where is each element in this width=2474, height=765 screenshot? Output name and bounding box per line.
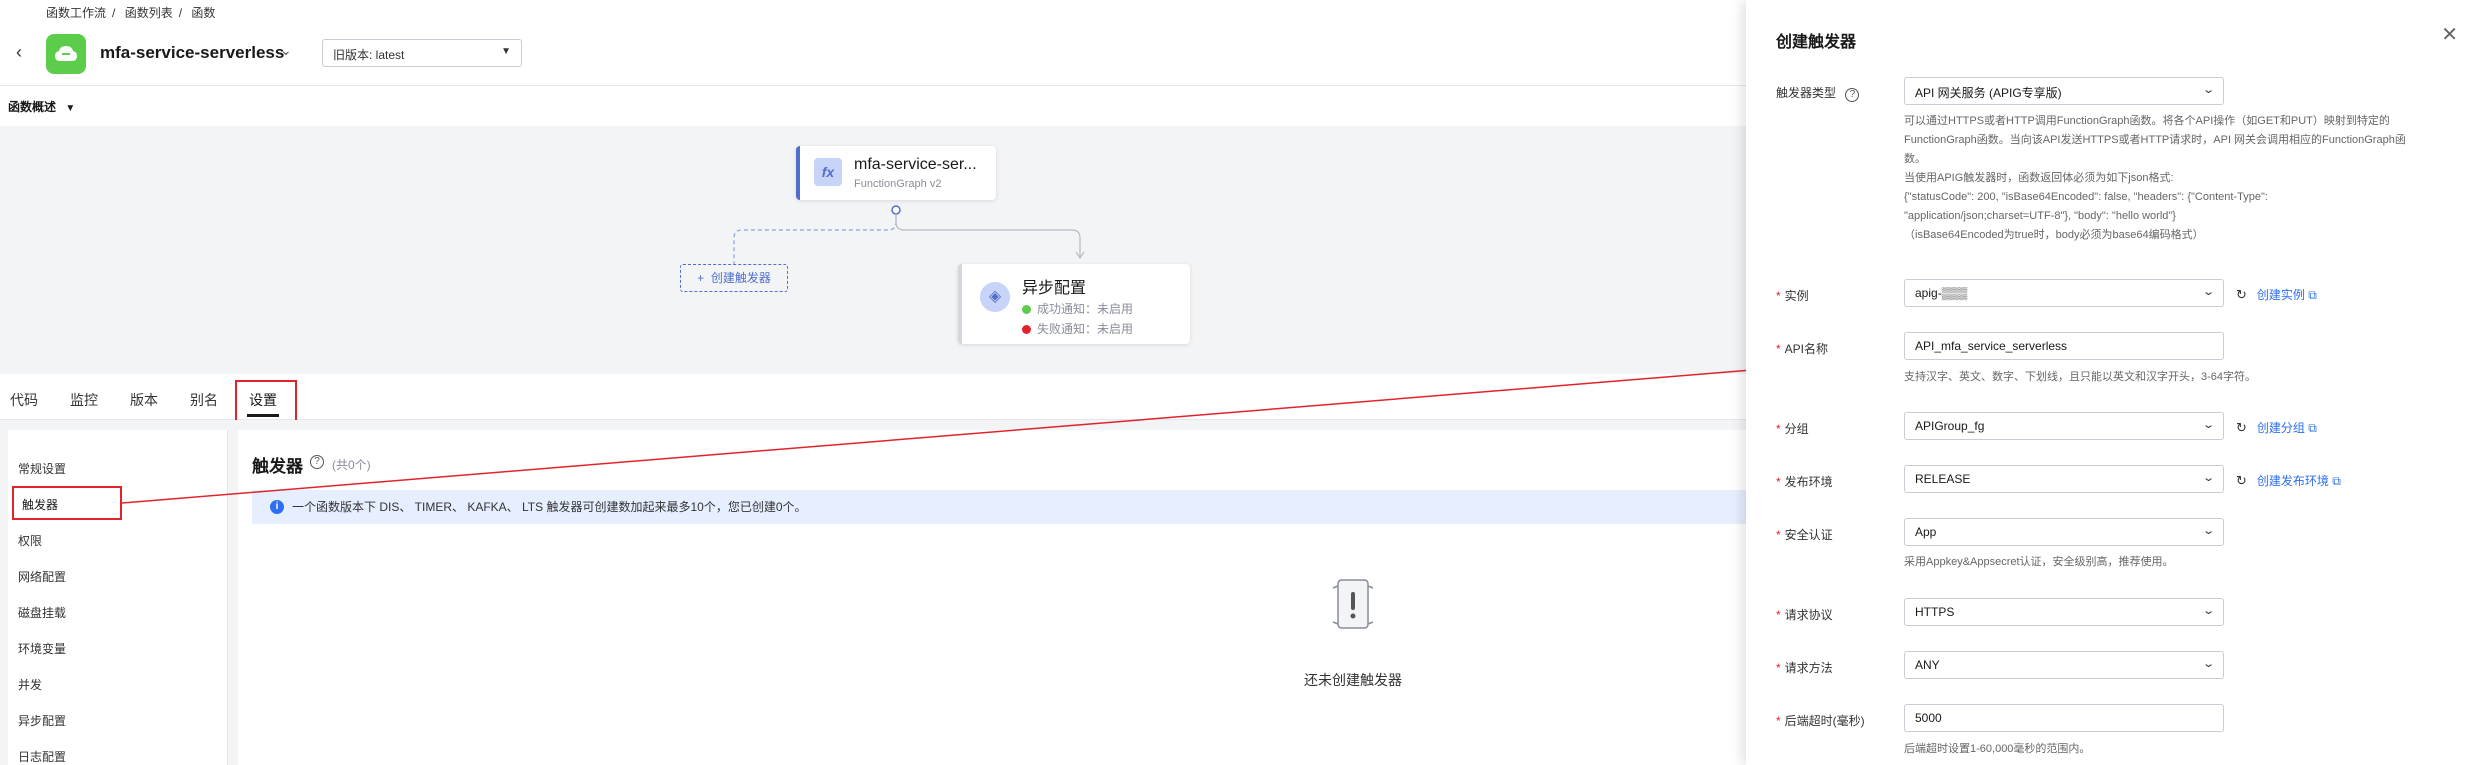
caret-down-icon: ▼ xyxy=(501,46,511,57)
async-config-node[interactable]: ◈ 异步配置 成功通知：未启用 失败通知：未启用 xyxy=(958,264,1190,344)
function-app-icon xyxy=(46,34,86,74)
refresh-icon[interactable]: ↻ xyxy=(2236,420,2247,435)
triggers-panel xyxy=(238,430,1746,765)
tab-code[interactable]: 代码 xyxy=(10,390,38,410)
api-name-label: * API名称 xyxy=(1776,342,1829,356)
create-group-link[interactable]: ↻ 创建分组 ⧉ xyxy=(2236,419,2317,436)
chevron-down-icon: ⌄ xyxy=(2201,84,2215,96)
close-icon[interactable]: ✕ xyxy=(2441,22,2458,47)
trigger-type-description: 可以通过HTTPS或者HTTP调用FunctionGraph函数。将各个API操… xyxy=(1904,115,2406,241)
function-name: mfa-service-serverless xyxy=(100,43,285,62)
api-name-hint: 支持汉字、英文、数字、下划线，且只能以英文和汉字开头，3-64字符。 xyxy=(1904,371,2257,383)
chevron-down-icon[interactable]: ⌄ xyxy=(280,42,292,59)
overview-canvas: fx mfa-service-ser... FunctionGraph v2 +… xyxy=(0,126,1746,374)
help-icon[interactable]: ? xyxy=(310,455,324,469)
method-select[interactable]: ANY ⌄ xyxy=(1904,651,2224,679)
breadcrumb: 函数工作流 / 函数列表 / 函数 xyxy=(46,6,216,20)
chevron-down-icon: ⌄ xyxy=(2201,658,2215,670)
auth-hint: 采用Appkey&Appsecret认证，安全级别高，推荐使用。 xyxy=(1904,556,2174,568)
api-name-input[interactable]: API_mfa_service_serverless xyxy=(1904,332,2224,360)
function-node-title: mfa-service-ser... xyxy=(854,156,977,173)
method-label: * 请求方法 xyxy=(1776,661,1833,675)
trigger-count: (共0个) xyxy=(332,458,371,472)
tab-monitor[interactable]: 监控 xyxy=(70,390,98,410)
drawer-title: 创建触发器 xyxy=(1776,34,1857,51)
create-instance-link[interactable]: ↻ 创建实例 ⧉ xyxy=(2236,286,2317,303)
version-select[interactable]: 旧版本: latest ▼ xyxy=(322,39,522,67)
auth-label: * 安全认证 xyxy=(1776,528,1833,542)
async-node-title: 异步配置 xyxy=(1022,280,1087,297)
group-select[interactable]: APIGroup_fg ⌄ xyxy=(1904,412,2224,440)
chevron-down-icon: ⌄ xyxy=(2201,419,2215,431)
info-text: 一个函数版本下 DIS、 TIMER、 KAFKA、 LTS 触发器可创建数加起… xyxy=(292,500,807,514)
instance-select[interactable]: apig-▒▒▒ ⌄ xyxy=(1904,279,2224,307)
breadcrumb-item: 函数 xyxy=(191,6,216,20)
chevron-down-icon: ⌄ xyxy=(2201,525,2215,537)
protocol-select[interactable]: HTTPS ⌄ xyxy=(1904,598,2224,626)
tab-versions[interactable]: 版本 xyxy=(130,390,158,410)
create-env-link[interactable]: ↻ 创建发布环境 ⧉ xyxy=(2236,472,2341,489)
refresh-icon[interactable]: ↻ xyxy=(2236,287,2247,302)
menu-env-vars[interactable]: 环境变量 xyxy=(18,640,66,657)
help-icon[interactable]: ? xyxy=(1845,88,1860,102)
menu-log-config[interactable]: 日志配置 xyxy=(18,748,66,765)
success-notice: 成功通知：未启用 xyxy=(1022,300,1133,317)
trigger-type-select[interactable]: API 网关服务 (APIG专享版) ⌄ xyxy=(1904,77,2224,105)
breadcrumb-item[interactable]: 函数工作流 xyxy=(46,6,106,20)
refresh-icon[interactable]: ↻ xyxy=(2236,473,2247,488)
timeout-label: * 后端超时(毫秒) xyxy=(1776,714,1865,728)
menu-async-config[interactable]: 异步配置 xyxy=(18,712,66,729)
menu-general[interactable]: 常规设置 xyxy=(18,460,66,477)
breadcrumb-item[interactable]: 函数列表 xyxy=(125,6,173,20)
async-config-icon: ◈ xyxy=(980,282,1010,312)
env-select[interactable]: RELEASE ⌄ xyxy=(1904,465,2224,493)
trigger-type-label: 触发器类型 ? xyxy=(1776,84,1860,102)
create-trigger-button[interactable]: + 创建触发器 xyxy=(680,264,788,292)
function-header: ‹ mfa-service-serverless ⌄ 旧版本: latest ▼ xyxy=(0,22,1746,86)
chevron-down-icon: ⌄ xyxy=(2201,286,2215,298)
create-trigger-drawer: 创建触发器 ✕ 触发器类型 ? API 网关服务 (APIG专享版) ⌄ 可以通过… xyxy=(1746,0,2474,765)
empty-state-text: 还未创建触发器 xyxy=(1304,672,1402,688)
menu-concurrency[interactable]: 并发 xyxy=(18,676,42,693)
function-node-subtitle: FunctionGraph v2 xyxy=(854,178,942,190)
group-label: * 分组 xyxy=(1776,422,1809,436)
function-node[interactable]: fx mfa-service-ser... FunctionGraph v2 xyxy=(796,146,996,200)
env-label: * 发布环境 xyxy=(1776,475,1833,489)
annotation-box-triggers xyxy=(12,486,122,520)
triggers-title: 触发器 xyxy=(252,457,303,476)
instance-label: * 实例 xyxy=(1776,289,1809,303)
back-arrow-icon[interactable]: ‹ xyxy=(16,42,22,63)
tab-aliases[interactable]: 别名 xyxy=(190,390,218,410)
menu-disk-mount[interactable]: 磁盘挂载 xyxy=(18,604,66,621)
protocol-label: * 请求协议 xyxy=(1776,608,1833,622)
chevron-down-icon: ⌄ xyxy=(2201,605,2215,617)
empty-state-icon xyxy=(1332,579,1374,629)
timeout-hint: 后端超时设置1-60,000毫秒的范围内。 xyxy=(1904,743,2091,755)
chevron-down-icon: ⌄ xyxy=(2201,472,2215,484)
function-graph-icon: fx xyxy=(814,158,842,186)
auth-select[interactable]: App ⌄ xyxy=(1904,518,2224,546)
timeout-input[interactable]: 5000 xyxy=(1904,704,2224,732)
info-banner: i 一个函数版本下 DIS、 TIMER、 KAFKA、 LTS 触发器可创建数… xyxy=(252,490,1746,524)
menu-permissions[interactable]: 权限 xyxy=(18,532,42,549)
failure-notice: 失败通知：未启用 xyxy=(1022,320,1133,337)
overview-toggle[interactable]: 函数概述 ▼ xyxy=(8,98,75,115)
info-icon: i xyxy=(270,500,284,514)
menu-network[interactable]: 网络配置 xyxy=(18,568,66,585)
